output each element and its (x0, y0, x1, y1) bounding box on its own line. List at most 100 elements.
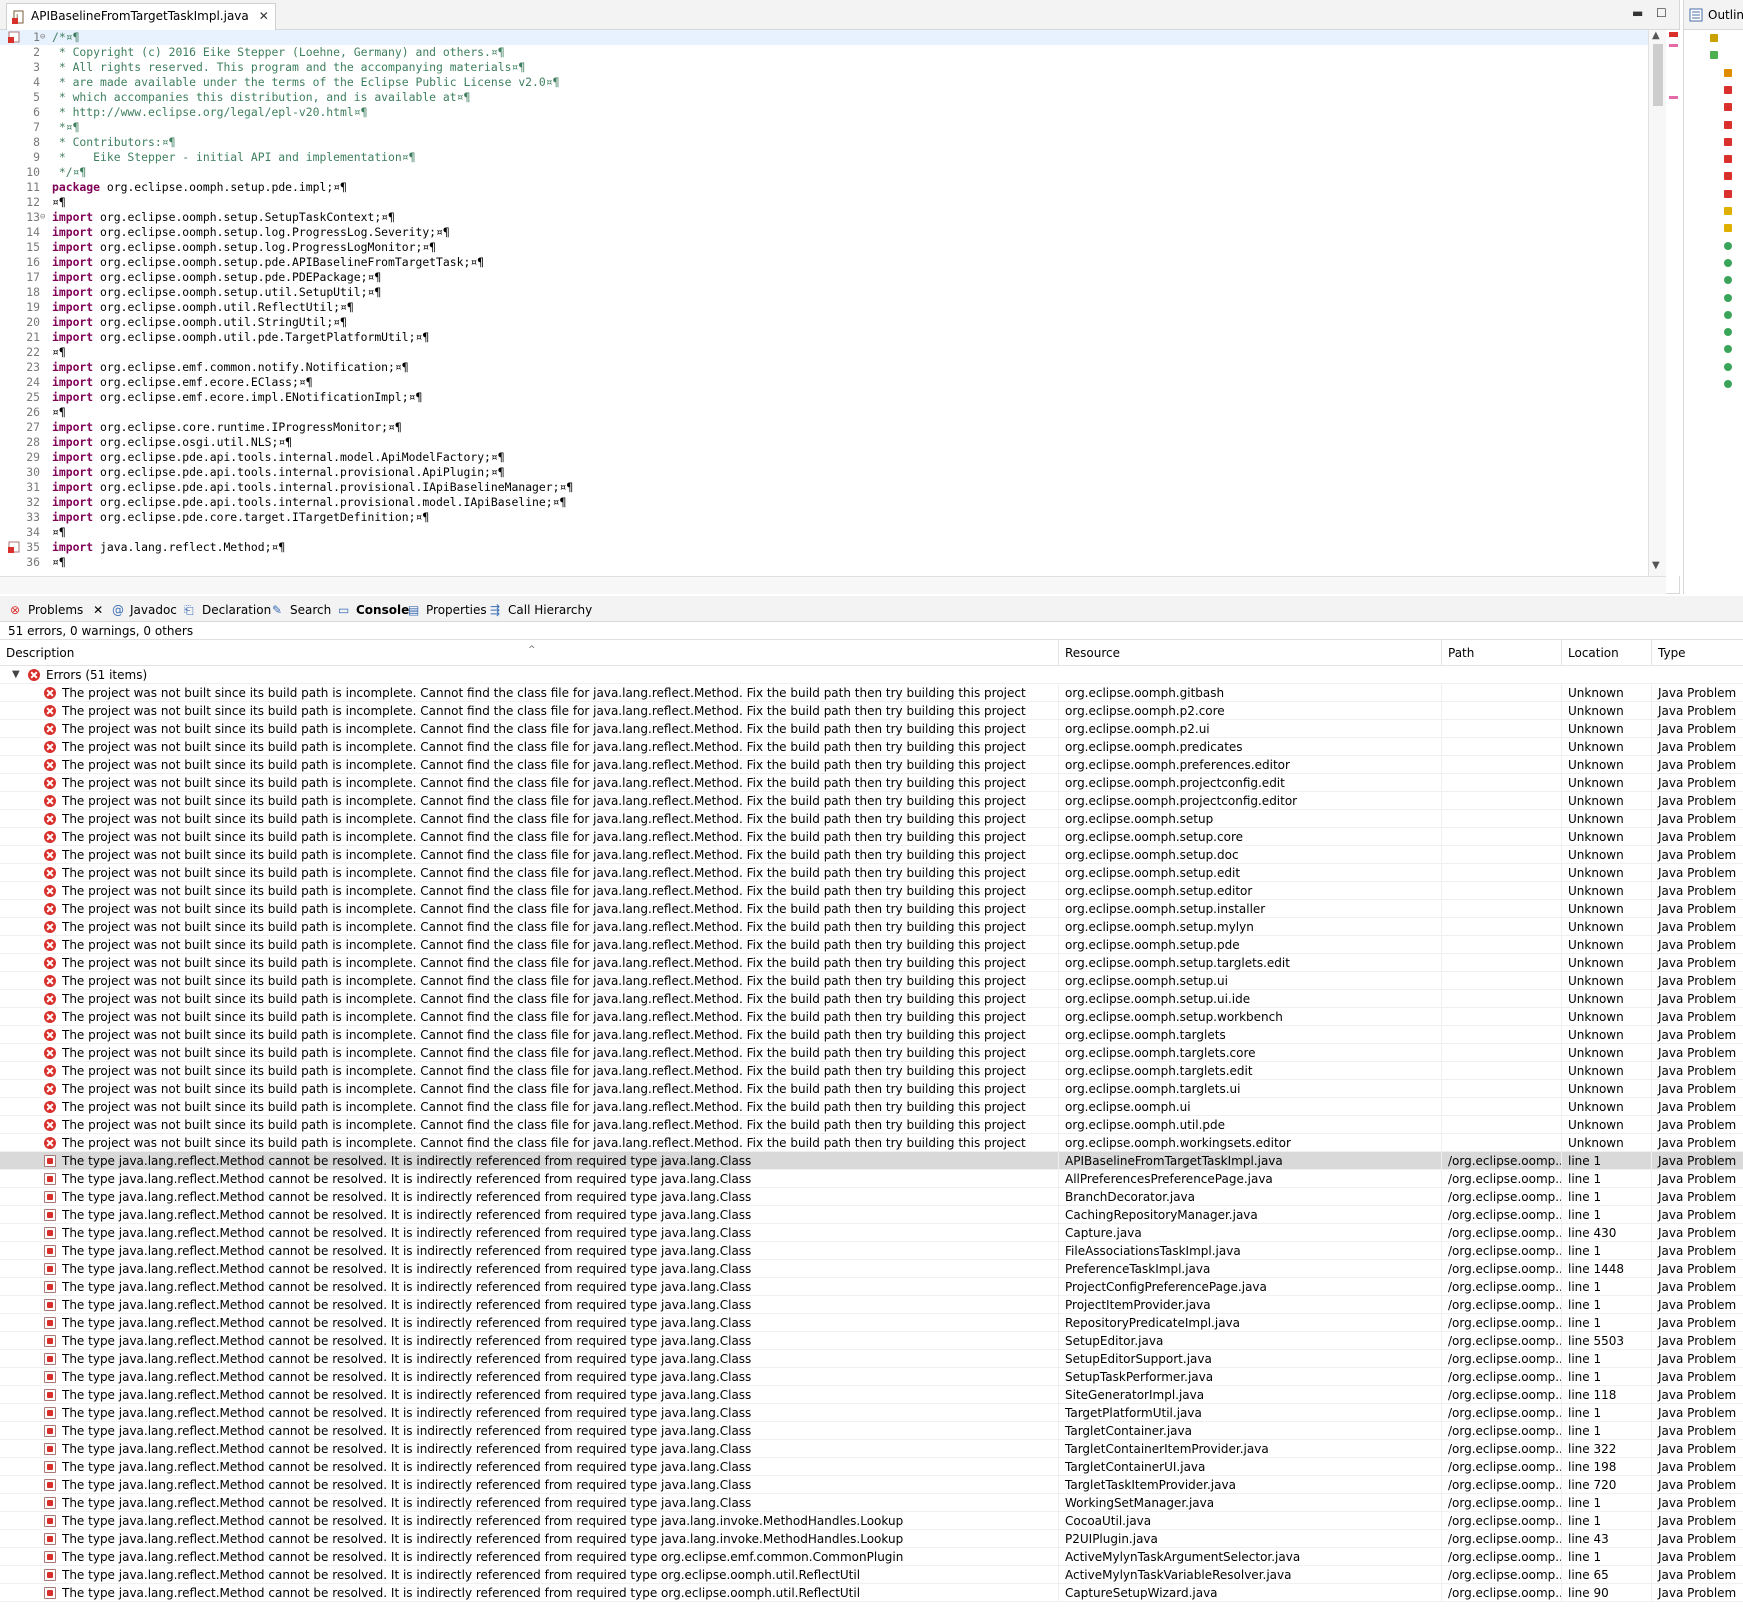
code-line[interactable]: 19 import org.eclipse.oomph.util.ReflectU… (0, 300, 1648, 315)
table-row[interactable]: The type java.lang.reflect.Method cannot… (0, 1170, 1743, 1188)
table-row[interactable]: The type java.lang.reflect.Method cannot… (0, 1350, 1743, 1368)
outline-view[interactable]: Outline (1683, 0, 1743, 594)
table-row[interactable]: The type java.lang.reflect.Method cannot… (0, 1386, 1743, 1404)
scroll-down-icon[interactable]: ▼ (1652, 560, 1660, 571)
chevron-down-icon[interactable]: ▼ (12, 666, 20, 684)
outline-node-icon[interactable] (1724, 241, 1732, 250)
occurrence-marker[interactable] (1669, 96, 1678, 99)
table-row[interactable]: The type java.lang.reflect.Method cannot… (0, 1422, 1743, 1440)
table-row[interactable]: The type java.lang.reflect.Method cannot… (0, 1476, 1743, 1494)
table-row[interactable]: The type java.lang.reflect.Method cannot… (0, 1440, 1743, 1458)
scroll-up-icon[interactable]: ▲ (1652, 30, 1660, 41)
table-row[interactable]: The type java.lang.reflect.Method cannot… (0, 1242, 1743, 1260)
outline-node-icon[interactable] (1710, 34, 1718, 42)
outline-node-icon[interactable] (1710, 51, 1718, 60)
maximize-icon[interactable]: ☐ (1656, 6, 1667, 20)
table-row[interactable]: The type java.lang.reflect.Method cannot… (0, 1458, 1743, 1476)
column-header-path[interactable]: Path (1442, 640, 1562, 666)
table-row[interactable]: The type java.lang.reflect.Method cannot… (0, 1152, 1743, 1170)
table-row[interactable]: The type java.lang.reflect.Method cannot… (0, 1206, 1743, 1224)
code-line[interactable]: 28 import org.eclipse.osgi.util.NLS;¤¶ (0, 435, 1648, 450)
outline-node-icon[interactable] (1724, 380, 1732, 388)
code-line[interactable]: 17 import org.eclipse.oomph.setup.pde.PDE… (0, 270, 1648, 285)
occurrence-marker[interactable] (1669, 44, 1678, 47)
table-row[interactable]: The project was not built since its buil… (0, 864, 1743, 882)
table-row[interactable]: The type java.lang.reflect.Method cannot… (0, 1224, 1743, 1242)
code-area[interactable]: 1 ⊖/*¤¶ 2 * Copyright (c) 2016 Eike Steppe… (0, 30, 1648, 576)
table-row[interactable]: The project was not built since its buil… (0, 1116, 1743, 1134)
fold-toggle-icon[interactable]: ⊖ (40, 30, 50, 45)
tab-call-hierarchy[interactable]: ⇶ Call Hierarchy (488, 599, 592, 621)
outline-node-icon[interactable] (1724, 172, 1732, 181)
table-row[interactable]: The project was not built since its buil… (0, 738, 1743, 756)
tab-declaration[interactable]: ⎗ Declaration (182, 599, 271, 621)
table-row[interactable]: The project was not built since its buil… (0, 954, 1743, 972)
column-header-description[interactable]: Description ^ (0, 640, 1059, 666)
java-editor[interactable]: J APIBaselineFromTargetTaskImpl.java ✕ ▬ … (0, 0, 1680, 594)
column-header-resource[interactable]: Resource (1059, 640, 1442, 666)
table-row[interactable]: The type java.lang.reflect.Method cannot… (0, 1404, 1743, 1422)
table-row[interactable]: The project was not built since its buil… (0, 828, 1743, 846)
code-line[interactable]: 31 import org.eclipse.pde.api.tools.inter… (0, 480, 1648, 495)
fold-toggle-icon[interactable]: ⊖ (40, 210, 50, 225)
code-line[interactable]: 3 * All rights reserved. This program an… (0, 60, 1648, 75)
table-row[interactable]: The project was not built since its buil… (0, 936, 1743, 954)
outline-node-icon[interactable] (1724, 293, 1732, 302)
table-row[interactable]: The project was not built since its buil… (0, 882, 1743, 900)
code-line[interactable]: 7 *¤¶ (0, 120, 1648, 135)
table-row[interactable]: The project was not built since its buil… (0, 1080, 1743, 1098)
error-marker[interactable] (1669, 32, 1678, 37)
outline-node-icon[interactable] (1724, 328, 1732, 337)
column-header-location[interactable]: Location (1562, 640, 1652, 666)
editor-tab[interactable]: J APIBaselineFromTargetTaskImpl.java ✕ (6, 3, 276, 30)
horizontal-scrollbar[interactable] (0, 576, 1666, 594)
code-line[interactable]: 36 ¤¶ (0, 555, 1648, 570)
tab-properties[interactable]: ▤ Properties (406, 599, 487, 621)
outline-node-icon[interactable] (1724, 310, 1732, 319)
code-line[interactable]: 9 * Eike Stepper - initial API and imple… (0, 150, 1648, 165)
table-row[interactable]: The type java.lang.reflect.Method cannot… (0, 1278, 1743, 1296)
minimize-icon[interactable]: ▬ (1632, 6, 1643, 20)
table-row[interactable]: The type java.lang.reflect.Method cannot… (0, 1584, 1743, 1602)
outline-node-icon[interactable] (1724, 258, 1732, 267)
table-row[interactable]: The type java.lang.reflect.Method cannot… (0, 1188, 1743, 1206)
table-row[interactable]: The project was not built since its buil… (0, 792, 1743, 810)
close-tab-icon[interactable]: ✕ (89, 603, 103, 617)
outline-node-icon[interactable] (1724, 68, 1732, 77)
code-line[interactable]: 12 ¤¶ (0, 195, 1648, 210)
code-line[interactable]: 33 import org.eclipse.pde.core.target.ITa… (0, 510, 1648, 525)
code-line[interactable]: 20 import org.eclipse.oomph.util.StringUt… (0, 315, 1648, 330)
tab-javadoc[interactable]: @ Javadoc (110, 599, 177, 621)
table-row[interactable]: The project was not built since its buil… (0, 684, 1743, 702)
table-row[interactable]: The project was not built since its buil… (0, 1062, 1743, 1080)
outline-node-icon[interactable] (1724, 103, 1732, 112)
outline-node-icon[interactable] (1724, 224, 1732, 233)
table-row[interactable]: The project was not built since its buil… (0, 990, 1743, 1008)
close-tab-icon[interactable]: ✕ (259, 9, 269, 23)
error-group-row[interactable]: ▼ Errors (51 items) (0, 666, 1743, 684)
outline-node-icon[interactable] (1724, 155, 1732, 164)
table-row[interactable]: The type java.lang.reflect.Method cannot… (0, 1368, 1743, 1386)
tab-problems[interactable]: ⊗ Problems ✕ (8, 599, 103, 621)
table-row[interactable]: The project was not built since its buil… (0, 1098, 1743, 1116)
code-line[interactable]: 22 ¤¶ (0, 345, 1648, 360)
table-row[interactable]: The project was not built since its buil… (0, 900, 1743, 918)
table-row[interactable]: The type java.lang.reflect.Method cannot… (0, 1332, 1743, 1350)
problems-view[interactable]: ⊗ Problems ✕ @ Javadoc ⎗ Declaration ✎ Search ▭ C… (0, 596, 1743, 1608)
table-row[interactable]: The project was not built since its buil… (0, 1044, 1743, 1062)
code-line[interactable]: 1 ⊖/*¤¶ (0, 30, 1648, 45)
table-row[interactable]: The project was not built since its buil… (0, 810, 1743, 828)
code-line[interactable]: 35 import java.lang.reflect.Method;¤¶ (0, 540, 1648, 555)
table-row[interactable]: The project was not built since its buil… (0, 756, 1743, 774)
tab-console[interactable]: ▭ Console (336, 599, 409, 621)
vertical-scrollbar[interactable]: ▲ ▼ (1648, 30, 1666, 576)
code-line[interactable]: 23 import org.eclipse.emf.common.notify.N… (0, 360, 1648, 375)
table-row[interactable]: The project was not built since its buil… (0, 918, 1743, 936)
code-line[interactable]: 8 * Contributors:¤¶ (0, 135, 1648, 150)
table-row[interactable]: The type java.lang.reflect.Method cannot… (0, 1296, 1743, 1314)
table-row[interactable]: The type java.lang.reflect.Method cannot… (0, 1494, 1743, 1512)
outline-node-icon[interactable] (1724, 85, 1732, 94)
outline-node-icon[interactable] (1724, 120, 1732, 129)
outline-node-icon[interactable] (1724, 362, 1732, 371)
table-row[interactable]: The type java.lang.reflect.Method cannot… (0, 1566, 1743, 1584)
